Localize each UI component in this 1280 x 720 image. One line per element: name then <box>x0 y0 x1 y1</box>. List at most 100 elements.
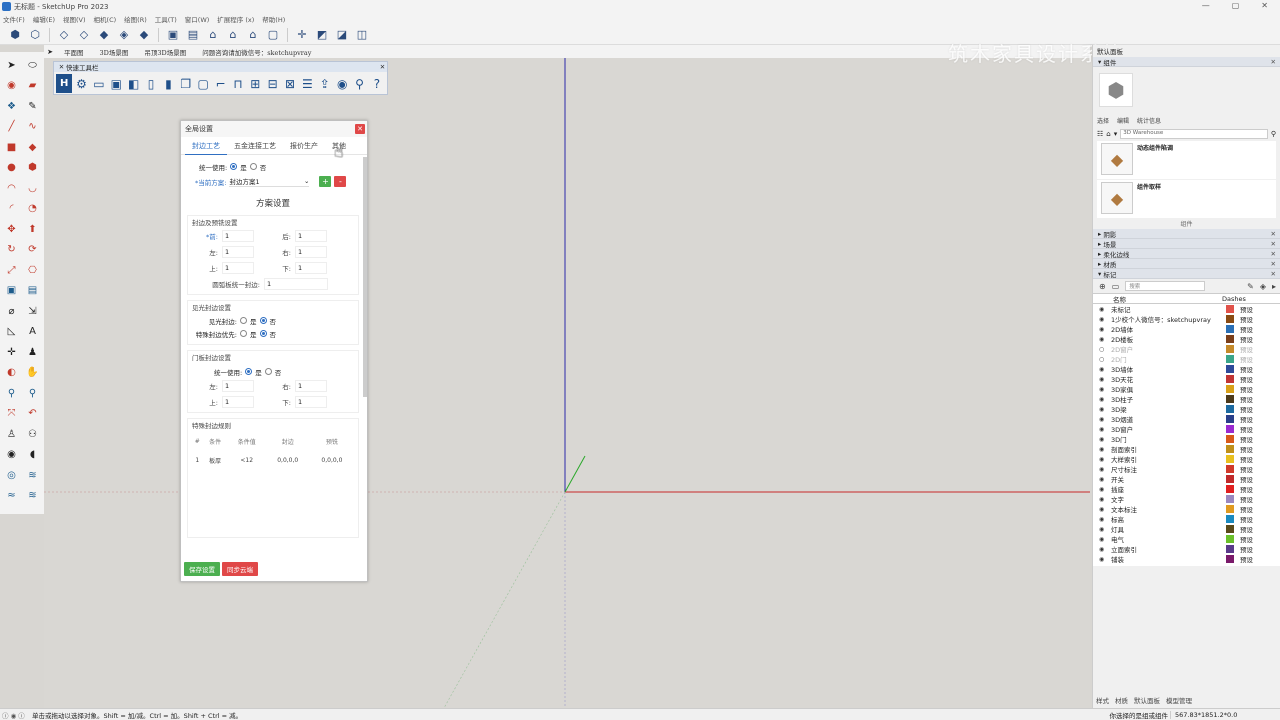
front-view-icon[interactable]: ▤ <box>184 26 202 44</box>
dialog-close-button[interactable]: ✕ <box>355 124 365 134</box>
offset-icon[interactable]: ⎔ <box>22 260 43 281</box>
menu-view[interactable]: 视图(V) <box>63 14 86 24</box>
polygon-icon[interactable]: ⬢ <box>22 158 43 179</box>
tag-dashes[interactable]: 预设 <box>1240 314 1253 324</box>
tag-color-swatch[interactable] <box>1226 405 1234 413</box>
tape-measure-icon[interactable]: ⌀ <box>1 301 22 322</box>
tag-dashes[interactable]: 预设 <box>1240 554 1253 564</box>
frame-icon[interactable]: ▢ <box>195 74 211 93</box>
rotate-icon[interactable]: ↻ <box>1 240 22 261</box>
eye-icon[interactable]: ◉ <box>1093 366 1105 373</box>
pencil-icon[interactable]: ✎ <box>22 96 43 117</box>
list-item[interactable]: ◉ 3D烟道 预设 <box>1093 414 1280 424</box>
eye-icon[interactable]: ◉ <box>1093 556 1105 563</box>
tag-name[interactable]: 3D天花 <box>1105 374 1226 384</box>
add-scheme-button[interactable]: + <box>319 176 332 187</box>
tag-name[interactable]: 标高 <box>1105 514 1226 524</box>
top-input[interactable]: 1 <box>222 261 254 274</box>
plugin-logo-icon[interactable]: H <box>56 74 73 93</box>
tag-dashes[interactable]: 预设 <box>1240 464 1253 474</box>
protractor-icon[interactable]: ◺ <box>1 322 22 343</box>
tag-color-swatch[interactable] <box>1226 325 1234 333</box>
pan-icon[interactable]: ✋ <box>22 363 43 384</box>
eye-icon[interactable]: ◉ <box>1093 466 1105 473</box>
tag-dashes[interactable]: 预设 <box>1240 534 1253 544</box>
hardware-icon[interactable]: ⊞ <box>247 74 263 93</box>
section-cut-icon[interactable]: ◪ <box>333 26 351 44</box>
eye-icon[interactable]: ◉ <box>1093 386 1105 393</box>
orbit-icon[interactable]: ◐ <box>1 363 22 384</box>
list-item[interactable]: ◉ 标高 预设 <box>1093 514 1280 524</box>
zoom-icon[interactable]: ⚲ <box>1 383 22 404</box>
sandbox-stamp-icon[interactable]: ≋ <box>22 486 43 507</box>
export-icon[interactable]: ⇪ <box>317 74 333 93</box>
list-item[interactable]: ◉ 大样索引 预设 <box>1093 454 1280 464</box>
eye-icon[interactable]: ◉ <box>1093 476 1105 483</box>
section-fill-icon[interactable]: ◫ <box>353 26 371 44</box>
list-item[interactable]: ◉ 3D墙体 预设 <box>1093 364 1280 374</box>
tag-name[interactable]: 3D烟道 <box>1105 414 1226 424</box>
list-item[interactable]: ◉ 尺寸标注 预设 <box>1093 464 1280 474</box>
eye-icon[interactable]: ◉ <box>1093 516 1105 523</box>
folder-icon[interactable]: ▭ <box>91 74 107 93</box>
scene-tab-ceiling-3d[interactable]: 吊顶3D场景图 <box>136 47 194 57</box>
eye-icon[interactable]: ◉ <box>1093 456 1105 463</box>
maximize-button[interactable]: ▢ <box>1232 1 1240 10</box>
list-item[interactable]: ◉ 2D楼板 预设 <box>1093 334 1280 344</box>
unify-no-radio[interactable] <box>249 163 257 170</box>
eye-icon[interactable]: ◉ <box>1093 326 1105 333</box>
tag-color-swatch[interactable] <box>1226 435 1234 443</box>
dimension-icon[interactable]: ⇲ <box>22 301 43 322</box>
solid-tools-icon[interactable]: ▤ <box>22 281 43 302</box>
list-item[interactable]: ◉ 灯具 预设 <box>1093 524 1280 534</box>
eye-icon[interactable]: ◉ <box>1093 426 1105 433</box>
tag-name[interactable]: 3D墙体 <box>1105 364 1226 374</box>
list-item[interactable]: ◆ 组件取样 <box>1097 180 1276 218</box>
close-icon[interactable]: ✕ <box>57 63 66 71</box>
tag-dashes[interactable]: 预设 <box>1240 514 1253 524</box>
right-input[interactable]: 1 <box>295 245 327 258</box>
zoom-extents-icon[interactable]: ⤧ <box>1 404 22 425</box>
tag-dashes[interactable]: 预设 <box>1240 374 1253 384</box>
list-item[interactable]: ◉ 3D梁 预设 <box>1093 404 1280 414</box>
help-icon[interactable]: ? <box>369 74 385 93</box>
scale-icon[interactable]: ⤢ <box>1 260 22 281</box>
tag-color-swatch[interactable] <box>1226 475 1234 483</box>
eye-icon[interactable]: ◉ <box>1093 306 1105 313</box>
tag-dashes[interactable]: 预设 <box>1240 484 1253 494</box>
tag-dashes[interactable]: 预设 <box>1240 384 1253 394</box>
menu-draw[interactable]: 绘图(R) <box>124 14 147 24</box>
menu-help[interactable]: 帮助(H) <box>262 14 285 24</box>
tag-dashes[interactable]: 预设 <box>1240 344 1253 354</box>
tag-name[interactable]: 2D墙体 <box>1105 324 1226 334</box>
circle-icon[interactable]: ● <box>1 158 22 179</box>
tag-color-swatch[interactable] <box>1226 495 1234 503</box>
subtab-select[interactable]: 选择 <box>1097 116 1109 125</box>
tag-color-swatch[interactable] <box>1226 485 1234 493</box>
three-point-arc-icon[interactable]: ◜ <box>1 199 22 220</box>
panel-soften[interactable]: ▸ 柔化边线 ✕ <box>1093 249 1280 259</box>
list-item[interactable]: ◉ 开关 预设 <box>1093 474 1280 484</box>
navigate-icon[interactable]: ▾ <box>1114 130 1118 138</box>
shaded-icon[interactable]: ◈ <box>115 26 133 44</box>
add-folder-icon[interactable]: ▭ <box>1112 282 1120 291</box>
axes-icon[interactable]: ✛ <box>293 26 311 44</box>
special-yes-radio[interactable] <box>240 330 247 337</box>
eye-icon[interactable]: ◉ <box>1093 496 1105 503</box>
move-icon[interactable]: ✥ <box>1 219 22 240</box>
sandbox-smoove-icon[interactable]: ≈ <box>1 486 22 507</box>
list-item[interactable]: ◉ 3D天花 预设 <box>1093 374 1280 384</box>
eye-icon[interactable]: ◉ <box>1093 526 1105 533</box>
bottom-input[interactable]: 1 <box>295 261 327 274</box>
tag-color-swatch[interactable] <box>1226 455 1234 463</box>
eye-icon[interactable]: ◉ <box>1093 406 1105 413</box>
gear-icon[interactable]: ⚙ <box>73 74 89 93</box>
look-around-icon[interactable]: ◉ <box>1 445 22 466</box>
menu-edit[interactable]: 编辑(E) <box>33 14 55 24</box>
list-item[interactable]: ◉ 3D窗户 预设 <box>1093 424 1280 434</box>
tag-color-swatch[interactable] <box>1226 515 1234 523</box>
menu-extensions[interactable]: 扩展程序 (x) <box>217 14 254 24</box>
cabinet-icon[interactable]: ▣ <box>108 74 124 93</box>
tag-name[interactable]: 电气 <box>1105 534 1226 544</box>
door-unify-yes-radio[interactable] <box>245 368 253 375</box>
